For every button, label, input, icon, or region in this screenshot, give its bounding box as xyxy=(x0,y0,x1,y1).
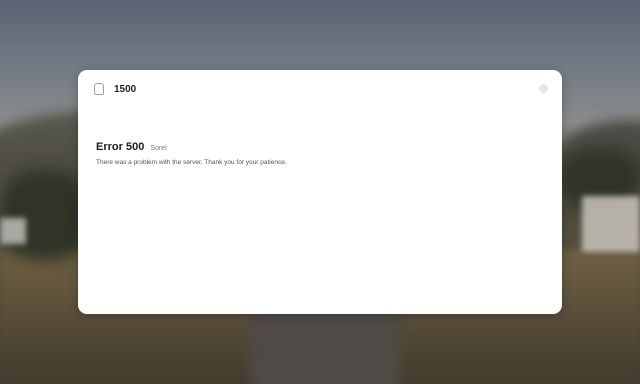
trees-left xyxy=(0,170,90,260)
error-title: Error 500 xyxy=(96,141,145,153)
error-dialog: 1500 Error 500 Sorel There was a problem… xyxy=(78,70,562,314)
house-right xyxy=(582,196,640,252)
dialog-title: 1500 xyxy=(114,83,137,95)
house-left xyxy=(0,218,26,244)
dialog-header: 1500 xyxy=(94,83,136,95)
error-message: There was a problem with the server. Tha… xyxy=(96,159,287,166)
app-badge-icon xyxy=(94,83,104,95)
error-tag: Sorel xyxy=(150,145,167,152)
close-dot-icon[interactable] xyxy=(539,84,548,93)
error-heading: Error 500 Sorel xyxy=(96,141,167,153)
